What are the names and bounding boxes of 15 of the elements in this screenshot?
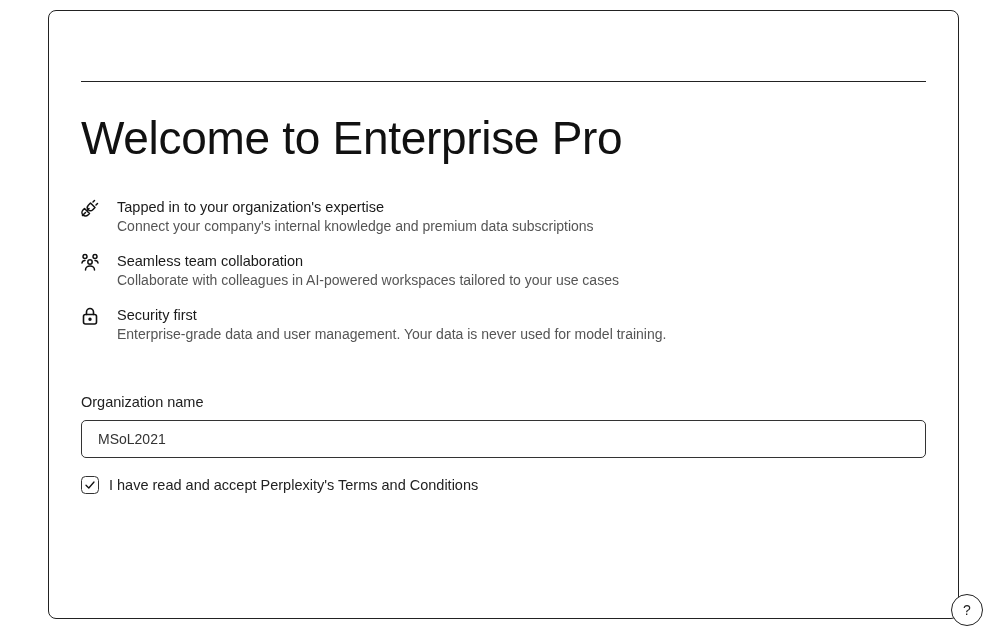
feature-description: Connect your company's internal knowledge and premium data subscriptions <box>117 217 594 236</box>
organization-name-field[interactable]: MSoL2021 <box>81 420 926 458</box>
people-group-icon <box>81 253 99 271</box>
terms-checkbox[interactable] <box>81 476 99 494</box>
feature-title: Security first <box>117 306 197 325</box>
help-button[interactable]: ? <box>951 594 983 626</box>
feature-description: Collaborate with colleagues in AI-powered workspaces tailored to your use cases <box>117 271 619 290</box>
plug-icon <box>81 199 99 217</box>
feature-description: Enterprise-grade data and user management. Your data is never used for model training. <box>117 325 667 344</box>
field-label: Organization name <box>81 393 204 411</box>
terms-label: I have read and accept Perplexity's Terms and Conditions <box>109 476 479 494</box>
lock-icon <box>81 307 99 325</box>
feature-title: Seamless team collaboration <box>117 252 304 271</box>
page-title: Welcome to Enterprise Pro <box>81 111 623 166</box>
feature-title: Tapped in to your organization's expertise <box>117 198 385 217</box>
